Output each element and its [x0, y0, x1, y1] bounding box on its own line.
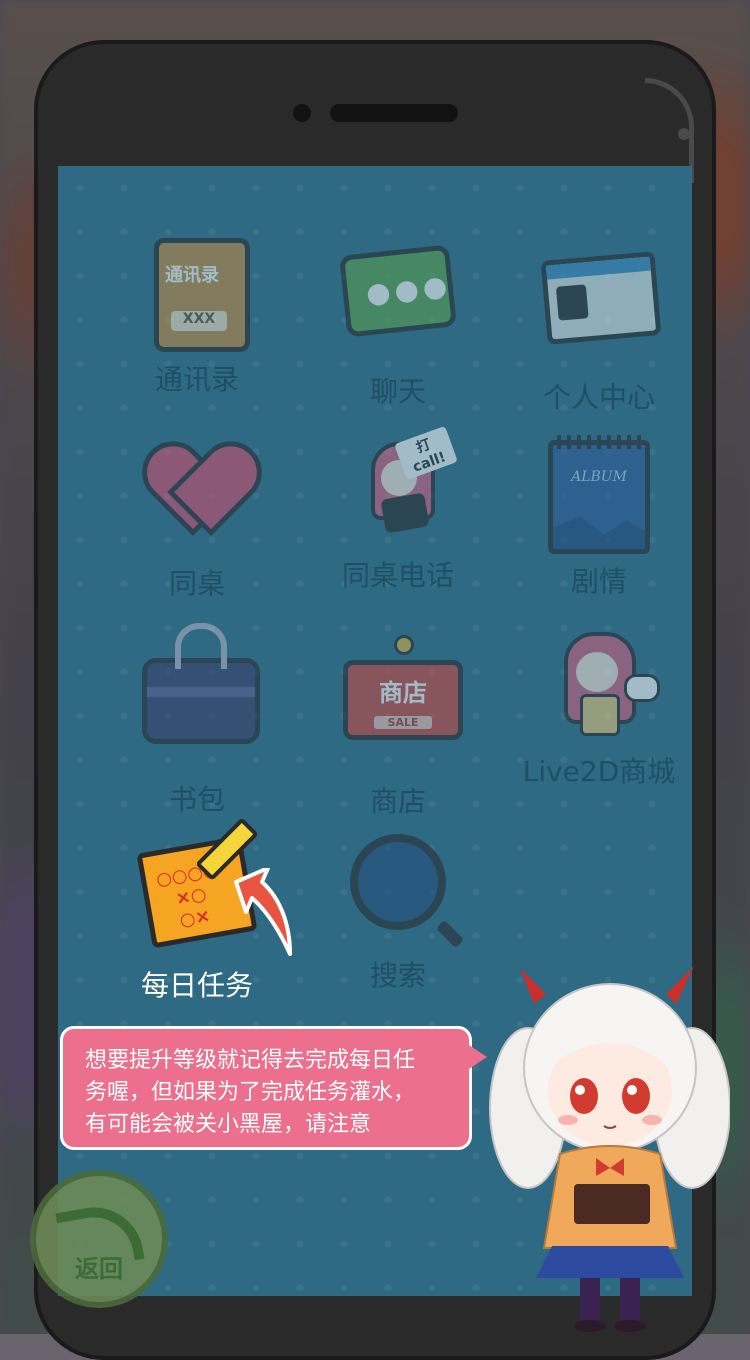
app-schoolbag[interactable]: 书包: [97, 623, 297, 818]
app-label: 每日任务: [140, 969, 253, 1002]
speaker-slot: [330, 104, 458, 122]
frame-gloss-dot: [678, 128, 690, 140]
tip-line-2: 务喔，但如果为了完成任务灌水，: [85, 1080, 416, 1105]
icon-text: 打call!: [394, 425, 458, 481]
app-label: 搜索: [369, 959, 426, 992]
girl-phone-call-icon: 打call!: [343, 425, 458, 544]
app-deskmate-phone[interactable]: 打call! 同桌电话: [298, 425, 498, 594]
schoolbag-icon: [142, 623, 260, 768]
app-label: 同桌电话: [341, 559, 454, 592]
back-button-label: 返回: [75, 1255, 123, 1283]
app-live2d-mall[interactable]: Live2D商城: [499, 630, 692, 790]
chat-bubble-icon: ●●●: [339, 244, 457, 360]
icon-text: 通讯录: [165, 265, 219, 286]
id-card-icon: [540, 251, 662, 366]
camera-dot: [293, 104, 311, 122]
pointer-arrow-icon: [234, 868, 292, 956]
app-label: Live2D商城: [522, 755, 676, 788]
app-label: 同桌: [168, 567, 225, 600]
icon-subtext: SALE: [374, 716, 432, 729]
heart-icon: [142, 442, 252, 552]
app-label: 个人中心: [542, 381, 655, 414]
tip-line-1: 想要提升等级就记得去完成每日任: [85, 1048, 416, 1073]
tip-bubble: 想要提升等级就记得去完成每日任 务喔，但如果为了完成任务灌水， 有可能会被关小黑…: [60, 1026, 487, 1150]
app-label: 书包: [168, 783, 225, 816]
back-button[interactable]: 返回: [30, 1170, 168, 1308]
icon-text: 商店: [379, 679, 427, 707]
app-label: 剧情: [570, 565, 627, 598]
magnifier-icon: [343, 834, 453, 944]
album-icon: ALBUM: [544, 435, 654, 554]
icon-subtext: XXX: [171, 311, 227, 331]
app-chat[interactable]: ●●● 聊天: [298, 238, 498, 410]
tip-line-3: 有可能会被关小黑屋，请注意: [85, 1112, 372, 1137]
app-label: 聊天: [369, 375, 426, 408]
icon-text: ALBUM: [571, 469, 627, 485]
contacts-book-icon: 通讯录 XXX: [142, 238, 252, 352]
app-label: 通讯录: [154, 363, 239, 396]
mascot-girl-illustration: [489, 966, 730, 1332]
app-deskmate[interactable]: 同桌: [97, 434, 297, 602]
app-search[interactable]: 搜索: [298, 826, 498, 994]
app-contacts[interactable]: 通讯录 XXX 通讯录: [97, 238, 297, 398]
app-profile[interactable]: 个人中心: [499, 238, 692, 416]
app-label: 商店: [369, 785, 426, 818]
shop-sign-icon: 商店 SALE: [343, 635, 463, 770]
app-shop[interactable]: 商店 SALE 商店: [298, 630, 498, 820]
chibi-girl-icon: [544, 630, 660, 740]
app-story[interactable]: ALBUM 剧情: [499, 434, 692, 600]
